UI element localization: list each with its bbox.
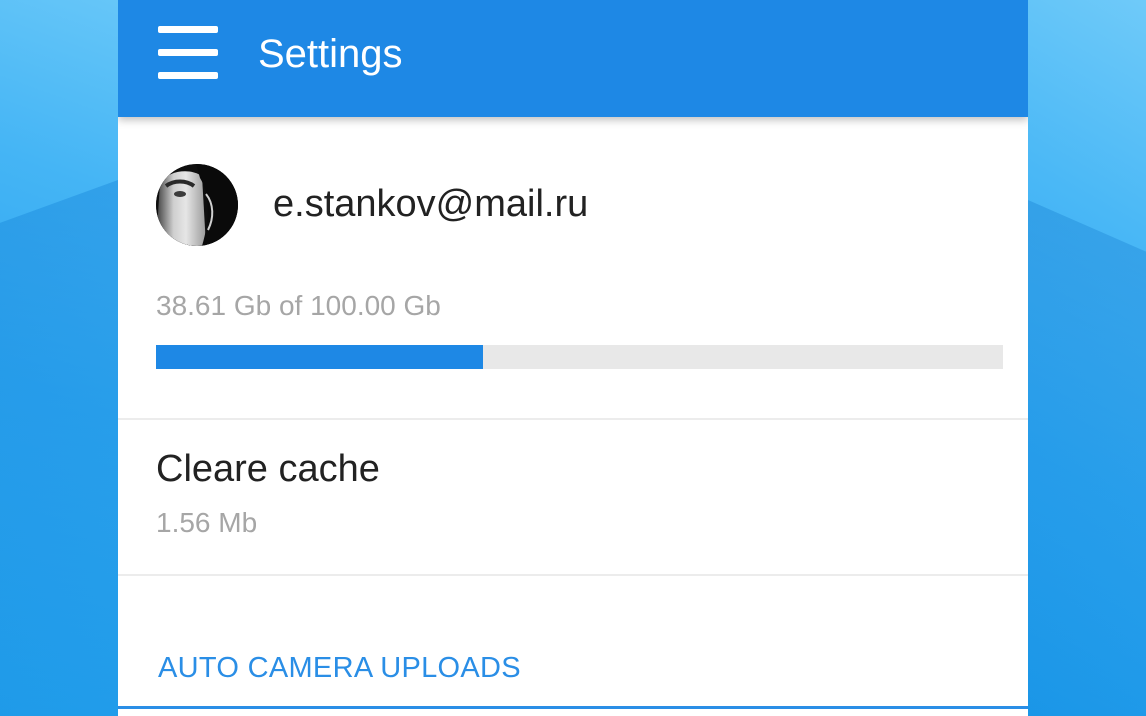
account-email: e.stankov@mail.ru bbox=[273, 183, 589, 225]
avatar-photo-icon bbox=[156, 164, 238, 246]
background-left-shade bbox=[0, 180, 118, 716]
clear-cache-item[interactable]: Cleare cache 1.56 Mb bbox=[118, 420, 1028, 574]
page-title: Settings bbox=[258, 32, 403, 76]
background-right-shade bbox=[1028, 200, 1146, 716]
background-left bbox=[0, 0, 118, 716]
section-accent-line bbox=[118, 706, 1028, 709]
menu-bar-middle bbox=[158, 49, 218, 56]
background-right bbox=[1028, 0, 1146, 716]
menu-bar-bottom bbox=[158, 72, 218, 79]
avatar[interactable] bbox=[156, 164, 238, 246]
storage-usage-text: 38.61 Gb of 100.00 Gb bbox=[156, 290, 441, 321]
hamburger-menu-icon[interactable] bbox=[156, 26, 220, 82]
cache-size: 1.56 Mb bbox=[156, 507, 258, 538]
menu-bar-top bbox=[158, 26, 218, 33]
account-section: e.stankov@mail.ru 38.61 Gb of 100.00 Gb bbox=[118, 117, 1028, 418]
storage-progress-fill bbox=[156, 345, 484, 369]
clear-cache-title: Cleare cache bbox=[156, 448, 380, 490]
auto-camera-uploads-header: AUTO CAMERA UPLOADS bbox=[158, 652, 521, 684]
settings-screen: Settings e.stankov@mail.ru 38.61 Gb of 1… bbox=[118, 0, 1028, 716]
app-bar: Settings bbox=[118, 0, 1028, 117]
divider bbox=[118, 574, 1028, 576]
storage-progress-bar bbox=[156, 345, 1003, 369]
